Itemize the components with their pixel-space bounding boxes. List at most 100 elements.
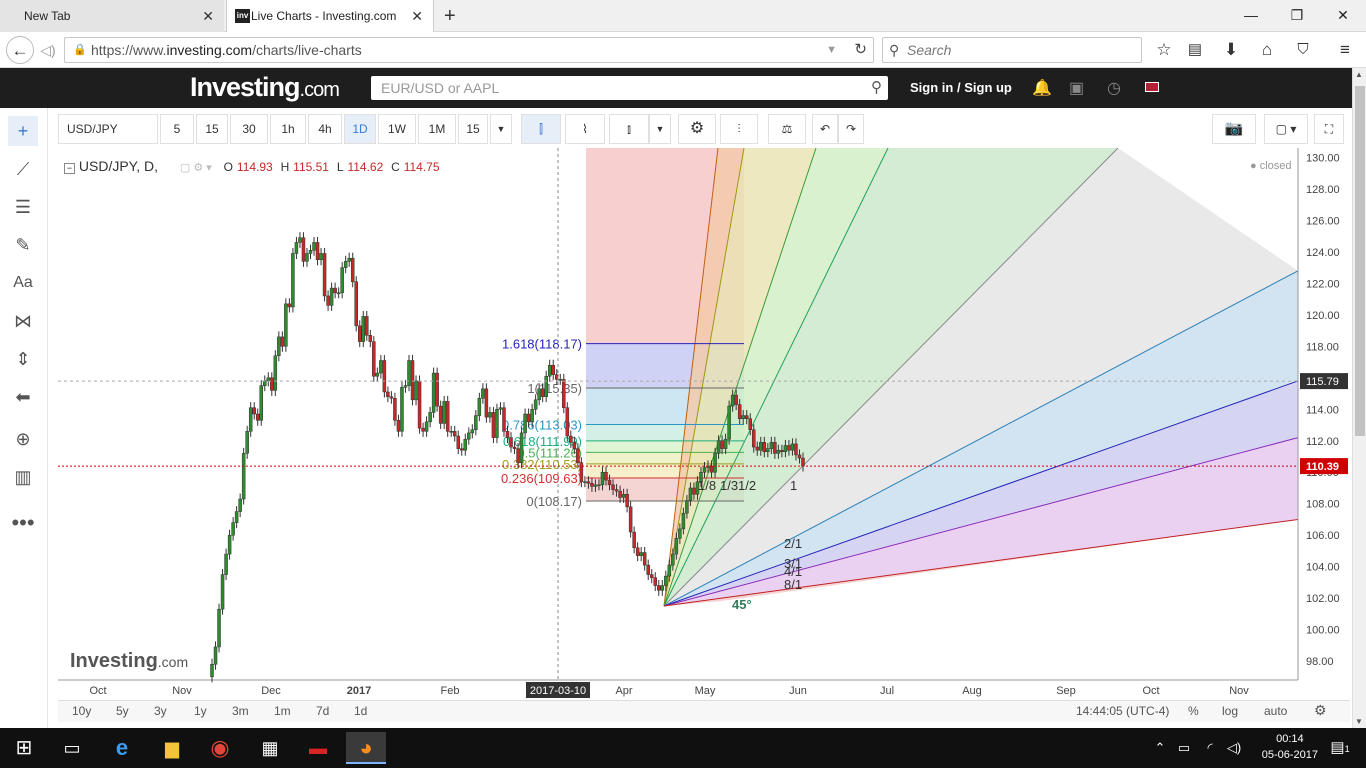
interval-button-5[interactable]: 1D <box>344 114 376 144</box>
site-search-input[interactable]: EUR/USD or AAPL ⚲ <box>371 76 888 100</box>
chart-type-dropdown-icon[interactable]: ▼ <box>649 114 671 144</box>
gann-fan-label: 1/2 <box>738 478 756 493</box>
tab-new-tab[interactable]: New Tab ✕ <box>0 0 224 32</box>
undo-icon[interactable]: ↶ <box>812 114 838 144</box>
interval-button-0[interactable]: 5 <box>160 114 194 144</box>
clock-icon[interactable]: ◷ <box>1107 78 1121 98</box>
text-tool-icon[interactable]: Aa <box>8 268 38 298</box>
edge-browser-icon[interactable]: e <box>102 732 142 764</box>
price-chart[interactable]: 98.00100.00102.00104.00106.00108.00110.0… <box>58 147 1350 700</box>
firefox-icon[interactable]: ◕ <box>346 732 386 764</box>
download-icon[interactable]: ⬇ <box>1217 36 1245 64</box>
candle-body <box>301 237 306 262</box>
url-bar[interactable]: 🔒 https://www.investing.com/charts/live-… <box>64 37 874 63</box>
interval-button-2[interactable]: 30 <box>230 114 268 144</box>
redo-icon[interactable]: ↷ <box>838 114 864 144</box>
more-icon[interactable]: ••• <box>8 508 38 538</box>
indicators-icon[interactable]: ⫶ <box>720 114 758 144</box>
bars-icon[interactable]: ⫾ <box>609 114 649 144</box>
chart-area[interactable]: 98.00100.00102.00104.00106.00108.00110.0… <box>58 147 1350 700</box>
scroll-thumb[interactable] <box>1355 86 1365 436</box>
ruler-icon[interactable]: ▥ <box>8 462 38 492</box>
close-tab-icon[interactable]: ✕ <box>202 0 214 32</box>
interval-button-3[interactable]: 1h <box>270 114 306 144</box>
range-button-1m[interactable]: 1m <box>274 704 291 718</box>
reload-icon[interactable]: ↻ <box>854 38 867 62</box>
signin-link[interactable]: Sign in <box>910 80 953 95</box>
identity-icon[interactable]: ◁) <box>34 36 62 64</box>
measure-icon[interactable]: ⇕ <box>8 344 38 374</box>
fib-levels-icon[interactable]: ☰ <box>8 192 38 222</box>
layout-icon[interactable]: ▢ ▾ <box>1264 114 1308 144</box>
candle-body <box>343 261 348 268</box>
candle-body <box>752 429 756 448</box>
dropdown-icon[interactable]: ▼ <box>826 38 837 62</box>
scroll-down-icon[interactable]: ▼ <box>1355 717 1363 726</box>
collapse-icon[interactable]: − <box>64 163 75 174</box>
page-scrollbar[interactable]: ▲ ▼ <box>1352 68 1366 728</box>
new-tab-button[interactable]: + <box>444 0 456 32</box>
compare-icon[interactable]: ⚖ <box>768 114 806 144</box>
range-button-1d[interactable]: 1d <box>354 704 367 718</box>
volume-icon[interactable]: ◁) <box>1214 732 1254 764</box>
signup-link[interactable]: Sign up <box>964 80 1012 95</box>
bell-icon[interactable]: 🔔 <box>1032 78 1052 98</box>
brush-icon[interactable]: ✎ <box>8 230 38 260</box>
reading-list-icon[interactable]: ▤ <box>1181 36 1209 64</box>
briefcase-icon[interactable]: ▣ <box>1069 78 1084 98</box>
zoom-icon[interactable]: ⊕ <box>8 424 38 454</box>
percent-toggle[interactable]: % <box>1188 704 1199 718</box>
left-arrow-icon[interactable]: ⬅ <box>8 382 38 412</box>
range-button-5y[interactable]: 5y <box>116 704 129 718</box>
bookmark-star-icon[interactable]: ☆ <box>1150 36 1178 64</box>
menu-icon[interactable]: ≡ <box>1331 36 1359 64</box>
search-icon[interactable]: ⚲ <box>871 76 882 100</box>
close-window-icon[interactable]: ✕ <box>1320 0 1366 32</box>
range-button-10y[interactable]: 10y <box>72 704 91 718</box>
legend-settings-icon[interactable]: ▢ ⚙ ▾ <box>180 162 212 174</box>
scroll-up-icon[interactable]: ▲ <box>1355 70 1363 79</box>
settings-gear-icon[interactable]: ⚙ <box>678 114 716 144</box>
fullscreen-icon[interactable]: ⛶ <box>1314 114 1344 144</box>
home-icon[interactable]: ⌂ <box>1253 36 1281 64</box>
maximize-icon[interactable]: ❐ <box>1274 0 1320 32</box>
crosshair-icon[interactable]: + <box>8 116 38 146</box>
file-explorer-icon[interactable]: ▆ <box>152 732 192 764</box>
interval-button-4[interactable]: 4h <box>308 114 342 144</box>
x-tick-label: Nov <box>172 685 192 697</box>
app-icon[interactable]: ▬ <box>298 732 338 764</box>
auto-toggle[interactable]: auto <box>1264 704 1287 718</box>
range-button-3y[interactable]: 3y <box>154 704 167 718</box>
windows-start-icon[interactable]: ⊞ <box>4 732 44 764</box>
settings-gear-icon[interactable]: ⚙ <box>1314 702 1327 719</box>
investing-logo[interactable]: Investing.com <box>190 72 340 103</box>
chrome-icon[interactable]: ◉ <box>200 732 240 764</box>
interval-button-6[interactable]: 1W <box>378 114 416 144</box>
candles-icon[interactable]: ⫿ <box>521 114 561 144</box>
range-button-7d[interactable]: 7d <box>316 704 329 718</box>
close-tab-icon[interactable]: ✕ <box>411 0 423 32</box>
pattern-icon[interactable]: ⋈ <box>8 306 38 336</box>
system-clock[interactable]: 00:14 05-06-2017 <box>1262 731 1318 763</box>
calculator-icon[interactable]: ▦ <box>250 732 290 764</box>
tab-live-charts[interactable]: inv Live Charts - Investing.com ✕ <box>226 0 434 32</box>
range-button-3m[interactable]: 3m <box>232 704 249 718</box>
notifications-icon[interactable]: ▤1 <box>1320 732 1360 764</box>
candle-body <box>723 438 728 449</box>
interval-dropdown-icon[interactable]: ▼ <box>490 114 512 144</box>
pocket-icon[interactable]: ⛉ <box>1289 36 1317 64</box>
trend-line-icon[interactable]: ⟋ <box>8 154 38 184</box>
range-button-1y[interactable]: 1y <box>194 704 207 718</box>
back-arrow-icon[interactable]: ← <box>6 36 34 64</box>
line-chart-icon[interactable]: ⌇ <box>565 114 605 144</box>
task-view-icon[interactable]: ▭ <box>52 732 92 764</box>
interval-button-1[interactable]: 15 <box>196 114 228 144</box>
log-toggle[interactable]: log <box>1222 704 1238 718</box>
interval-button-8[interactable]: 15 <box>458 114 488 144</box>
camera-icon[interactable]: 📷 <box>1212 114 1256 144</box>
minimize-icon[interactable]: — <box>1228 0 1274 32</box>
symbol-input[interactable]: USD/JPY <box>58 114 158 144</box>
interval-button-7[interactable]: 1M <box>418 114 456 144</box>
browser-search-input[interactable]: ⚲ Search <box>882 37 1142 63</box>
us-flag-icon[interactable] <box>1145 82 1159 92</box>
